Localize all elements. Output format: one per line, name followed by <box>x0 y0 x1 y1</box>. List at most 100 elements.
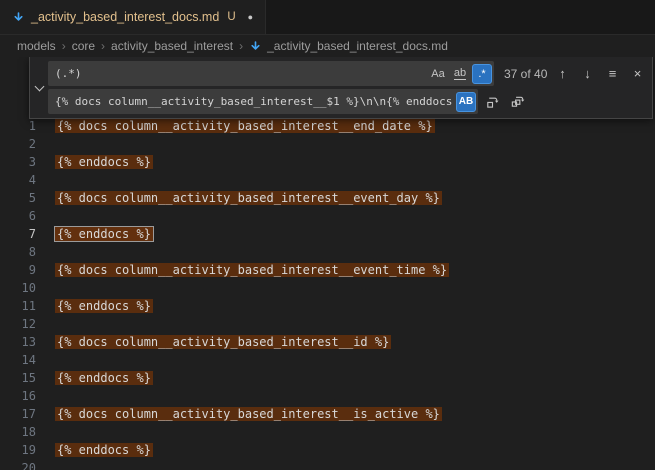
line-number[interactable]: 6 <box>0 207 36 225</box>
line-number[interactable]: 19 <box>0 441 36 459</box>
replace-all-button[interactable] <box>507 91 528 112</box>
editor-line[interactable]: 14 <box>0 351 655 369</box>
editor-line[interactable]: 9 {% docs column__activity_based_interest… <box>0 261 655 279</box>
line-number[interactable]: 9 <box>0 261 36 279</box>
code-text: {% enddocs %} <box>55 441 153 459</box>
line-number[interactable]: 17 <box>0 405 36 423</box>
breadcrumb-item-label: models <box>17 39 56 53</box>
breadcrumb: models›core›activity_based_interest› _ac… <box>0 35 655 57</box>
markdown-file-icon <box>12 11 25 24</box>
tab-activity-docs[interactable]: _activity_based_interest_docs.md U ● <box>0 0 266 34</box>
replace-input-value: {% docs column__activity_based_interest_… <box>55 95 456 108</box>
line-number[interactable]: 12 <box>0 315 36 333</box>
unsaved-changes-indicator[interactable]: ● <box>248 12 253 22</box>
replace-button[interactable] <box>482 91 503 112</box>
editor-line[interactable]: 17 {% docs column__activity_based_interes… <box>0 405 655 423</box>
find-in-selection-button[interactable]: ≡ <box>602 63 623 84</box>
line-number[interactable]: 11 <box>0 297 36 315</box>
editor-line[interactable]: 20 <box>0 459 655 470</box>
replace-row: {% docs column__activity_based_interest_… <box>48 89 648 114</box>
chevron-down-icon <box>34 82 44 92</box>
line-number[interactable]: 1 <box>0 117 36 135</box>
line-number[interactable]: 3 <box>0 153 36 171</box>
find-input[interactable]: (.*) Aa ab .* <box>48 61 494 86</box>
code-text: {% enddocs %} <box>55 153 153 171</box>
editor-line[interactable]: 3 {% enddocs %} <box>0 153 655 171</box>
editor-line[interactable]: 6 <box>0 207 655 225</box>
editor-line[interactable]: 12 <box>0 315 655 333</box>
line-number[interactable]: 2 <box>0 135 36 153</box>
breadcrumb-item[interactable]: core <box>72 39 95 53</box>
editor-line[interactable]: 10 <box>0 279 655 297</box>
code-text: {% docs column__activity_based_interest_… <box>55 189 442 207</box>
breadcrumb-item[interactable]: models <box>17 39 56 53</box>
find-match-highlight: {% enddocs %} <box>55 155 153 169</box>
find-match-highlight: {% docs column__activity_based_interest_… <box>55 191 442 205</box>
line-number[interactable]: 10 <box>0 279 36 297</box>
find-match-highlight: {% docs column__activity_based_interest_… <box>55 407 442 421</box>
code-text: {% enddocs %} <box>55 369 153 387</box>
line-number[interactable]: 16 <box>0 387 36 405</box>
editor-line[interactable]: 2 <box>0 135 655 153</box>
find-replace-widget: (.*) Aa ab .* 37 of 40 ↑ ↓ ≡ × {% docs c… <box>29 57 653 119</box>
code-text: {% enddocs %} <box>55 297 153 315</box>
find-match-highlight: {% docs column__activity_based_interest_… <box>55 335 391 349</box>
breadcrumb-file-icon <box>249 40 262 53</box>
editor-line[interactable]: 18 <box>0 423 655 441</box>
code-text: {% docs column__activity_based_interest_… <box>55 333 391 351</box>
editor-line[interactable]: 8 <box>0 243 655 261</box>
previous-match-button[interactable]: ↑ <box>552 63 573 84</box>
editor-line[interactable]: 1 {% docs column__activity_based_interest… <box>0 117 655 135</box>
line-number[interactable]: 13 <box>0 333 36 351</box>
find-match-highlight: {% enddocs %} <box>55 299 153 313</box>
find-results-count: 37 of 40 <box>504 67 547 81</box>
next-match-button[interactable]: ↓ <box>577 63 598 84</box>
line-number[interactable]: 5 <box>0 189 36 207</box>
line-number[interactable]: 14 <box>0 351 36 369</box>
find-match-highlight: {% enddocs %} <box>55 443 153 457</box>
breadcrumb-item-label: _activity_based_interest_docs.md <box>267 39 448 53</box>
line-number[interactable]: 20 <box>0 459 36 470</box>
find-match-highlight: {% enddocs %} <box>55 227 153 241</box>
editor-line[interactable]: 11 {% enddocs %} <box>0 297 655 315</box>
match-case-button[interactable]: Aa <box>428 64 448 84</box>
line-number[interactable]: 15 <box>0 369 36 387</box>
editor-line[interactable]: 5 {% docs column__activity_based_interest… <box>0 189 655 207</box>
vscode-window: _activity_based_interest_docs.md U ● mod… <box>0 0 655 470</box>
editor-line[interactable]: 16 <box>0 387 655 405</box>
breadcrumb-separator-icon: › <box>101 39 105 53</box>
editor-line[interactable]: 13 {% docs column__activity_based_interes… <box>0 333 655 351</box>
replace-all-icon <box>510 94 525 109</box>
line-number[interactable]: 18 <box>0 423 36 441</box>
breadcrumb-separator-icon: › <box>62 39 66 53</box>
tab-title: _activity_based_interest_docs.md <box>31 10 219 24</box>
close-find-widget-button[interactable]: × <box>627 63 648 84</box>
replace-input[interactable]: {% docs column__activity_based_interest_… <box>48 89 478 114</box>
editor-line[interactable]: 19 {% enddocs %} <box>0 441 655 459</box>
whole-word-button[interactable]: ab <box>450 64 470 84</box>
code-text: {% docs column__activity_based_interest_… <box>55 117 435 135</box>
breadcrumb-item-label: core <box>72 39 95 53</box>
find-match-highlight: {% docs column__activity_based_interest_… <box>55 119 435 133</box>
code-text: {% enddocs %} <box>55 225 153 243</box>
preserve-case-button[interactable]: AB <box>456 92 476 112</box>
editor-line[interactable]: 15 {% enddocs %} <box>0 369 655 387</box>
find-input-value: (.*) <box>55 67 428 80</box>
line-number[interactable]: 8 <box>0 243 36 261</box>
breadcrumb-item[interactable]: activity_based_interest <box>111 39 233 53</box>
editor-line[interactable]: 4 <box>0 171 655 189</box>
toggle-replace-button[interactable] <box>30 57 48 118</box>
editor[interactable]: (.*) Aa ab .* 37 of 40 ↑ ↓ ≡ × {% docs c… <box>0 57 655 470</box>
regex-button[interactable]: .* <box>472 64 492 84</box>
line-number[interactable]: 4 <box>0 171 36 189</box>
breadcrumb-item-label: activity_based_interest <box>111 39 233 53</box>
breadcrumb-item[interactable]: _activity_based_interest_docs.md <box>249 39 448 53</box>
editor-line[interactable]: 7 {% enddocs %} <box>0 225 655 243</box>
line-number[interactable]: 7 <box>0 225 36 243</box>
find-match-highlight: {% docs column__activity_based_interest_… <box>55 263 449 277</box>
whole-word-label: ab <box>454 67 466 80</box>
find-match-highlight: {% enddocs %} <box>55 371 153 385</box>
git-status-badge: U <box>227 11 235 23</box>
tab-bar: _activity_based_interest_docs.md U ● <box>0 0 655 35</box>
code-text: {% docs column__activity_based_interest_… <box>55 405 442 423</box>
